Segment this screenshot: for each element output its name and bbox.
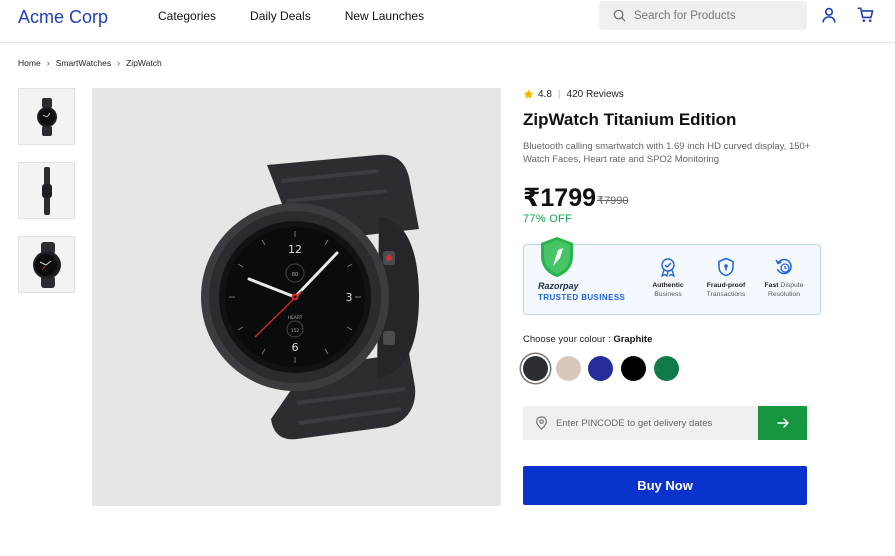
watch-bottom-value: 152 <box>290 328 299 334</box>
watch-front-image <box>36 97 57 136</box>
nav-categories[interactable]: Categories <box>158 9 216 23</box>
discount-label: 77% OFF <box>523 213 573 225</box>
cart-icon[interactable] <box>857 6 875 24</box>
watch-side-image <box>41 166 52 215</box>
rating-divider: | <box>557 89 561 100</box>
colour-label: Choose your colour : Graphite <box>523 334 652 345</box>
rating-row: 4.8 | 420 Reviews <box>523 89 624 100</box>
thumbnail-angle[interactable] <box>18 236 75 293</box>
watch-top-value: 80 <box>291 272 297 278</box>
product-price: ₹1799 <box>523 184 597 212</box>
feature-fast-title: Fast <box>764 282 779 289</box>
review-count[interactable]: 420 Reviews <box>567 89 624 100</box>
nav-new-launches[interactable]: New Launches <box>345 9 424 23</box>
watch-number-6: 6 <box>291 341 298 354</box>
swatch-graphite[interactable] <box>523 356 548 381</box>
breadcrumb: Home › SmartWatches › ZipWatch <box>18 58 162 68</box>
thumbnail-side[interactable] <box>18 162 75 219</box>
smartwatch-illustration: 12 3 6 80 HEART 152 <box>200 154 419 440</box>
brand-logo[interactable]: Acme Corp <box>18 7 108 28</box>
watch-angle-image <box>32 241 61 288</box>
thumbnail-front[interactable] <box>18 88 75 145</box>
feature-fraud-proof: Fraud-proof Transactions <box>696 257 756 299</box>
nav-daily-deals[interactable]: Daily Deals <box>250 9 311 23</box>
chevron-right-icon: › <box>117 58 121 68</box>
colour-label-text: Choose your colour : <box>523 334 611 345</box>
arrow-right-icon <box>776 418 789 428</box>
location-pin-icon <box>536 416 547 430</box>
search-input[interactable] <box>634 9 794 22</box>
main-nav: Categories Daily Deals New Launches <box>158 9 424 23</box>
swatch-black[interactable] <box>621 356 646 381</box>
product-description: Bluetooth calling smartwatch with 1.69 i… <box>523 141 811 165</box>
search-bar <box>599 1 807 30</box>
rosette-check-icon <box>660 258 676 277</box>
selected-colour: Graphite <box>613 334 653 345</box>
star-icon <box>523 89 534 99</box>
breadcrumb-current: ZipWatch <box>126 58 162 68</box>
swatch-beige[interactable] <box>556 356 581 381</box>
pincode-submit-button[interactable] <box>758 406 807 440</box>
trust-badge: Razorpay TRUSTED BUSINESS Authentic Busi… <box>523 237 821 315</box>
swatch-blue[interactable] <box>588 356 613 381</box>
pincode-field <box>523 406 758 440</box>
swatch-green[interactable] <box>654 356 679 381</box>
breadcrumb-home[interactable]: Home <box>18 58 41 68</box>
feature-fraud-sub: Transactions <box>706 291 746 298</box>
trusted-business-label: TRUSTED BUSINESS <box>538 293 626 302</box>
feature-authentic: Authentic Business <box>638 257 698 299</box>
feature-authentic-title: Authentic <box>652 282 684 289</box>
razorpay-shield-icon <box>541 237 573 277</box>
feature-fraud-title: Fraud-proof <box>706 282 746 289</box>
product-image: 12 3 6 80 HEART 152 <box>92 88 501 506</box>
breadcrumb-smartwatches[interactable]: SmartWatches <box>56 58 111 68</box>
history-icon <box>775 258 792 275</box>
rating-value: 4.8 <box>538 89 552 100</box>
product-title: ZipWatch Titanium Edition <box>523 110 737 129</box>
shield-lock-icon <box>718 257 734 277</box>
razorpay-name: Razorpay <box>538 281 579 291</box>
product-mrp: ₹7990 <box>597 195 629 207</box>
feature-fast-dispute: Fast Dispute Resolution <box>754 257 814 299</box>
feature-authentic-sub: Business <box>654 291 682 298</box>
watch-heart-label: HEART <box>287 315 302 321</box>
chevron-right-icon: › <box>46 58 50 68</box>
watch-number-3: 3 <box>345 291 352 304</box>
site-header: Acme Corp Categories Daily Deals New Lau… <box>0 0 895 43</box>
pincode-input[interactable] <box>556 417 746 429</box>
user-icon[interactable] <box>820 6 838 24</box>
buy-now-button[interactable]: Buy Now <box>523 466 807 505</box>
search-icon <box>613 9 626 22</box>
watch-number-12: 12 <box>288 243 302 256</box>
